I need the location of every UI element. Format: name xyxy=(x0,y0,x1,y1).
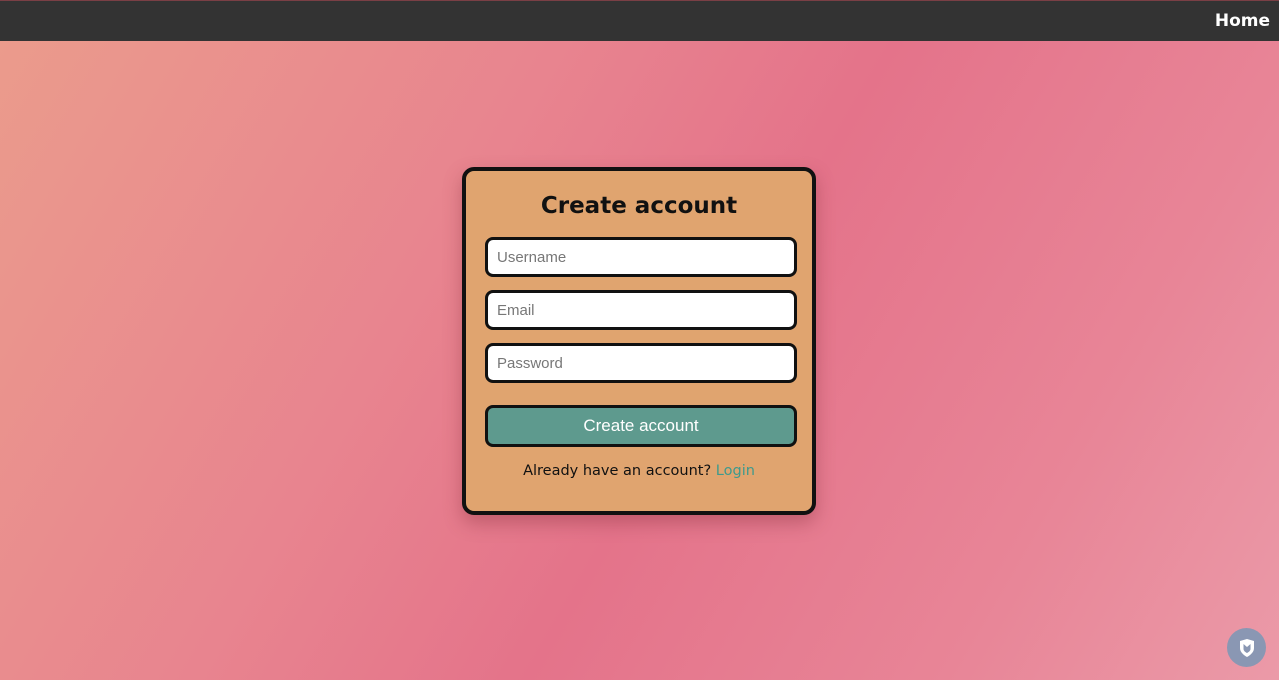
nav-home-link[interactable]: Home xyxy=(1215,11,1270,31)
top-navbar: Home xyxy=(0,0,1279,41)
login-prompt-text: Already have an account? xyxy=(523,463,712,479)
email-input[interactable] xyxy=(485,290,797,330)
username-input[interactable] xyxy=(485,237,797,277)
create-account-button[interactable]: Create account xyxy=(485,405,797,447)
form-title: Create account xyxy=(540,193,738,219)
signup-card: Create account Create account Already ha… xyxy=(462,167,816,515)
login-prompt: Already have an account? Login xyxy=(466,463,812,479)
shield-icon xyxy=(1239,638,1254,657)
login-link[interactable]: Login xyxy=(716,463,755,479)
shield-widget-button[interactable] xyxy=(1227,628,1266,667)
password-input[interactable] xyxy=(485,343,797,383)
